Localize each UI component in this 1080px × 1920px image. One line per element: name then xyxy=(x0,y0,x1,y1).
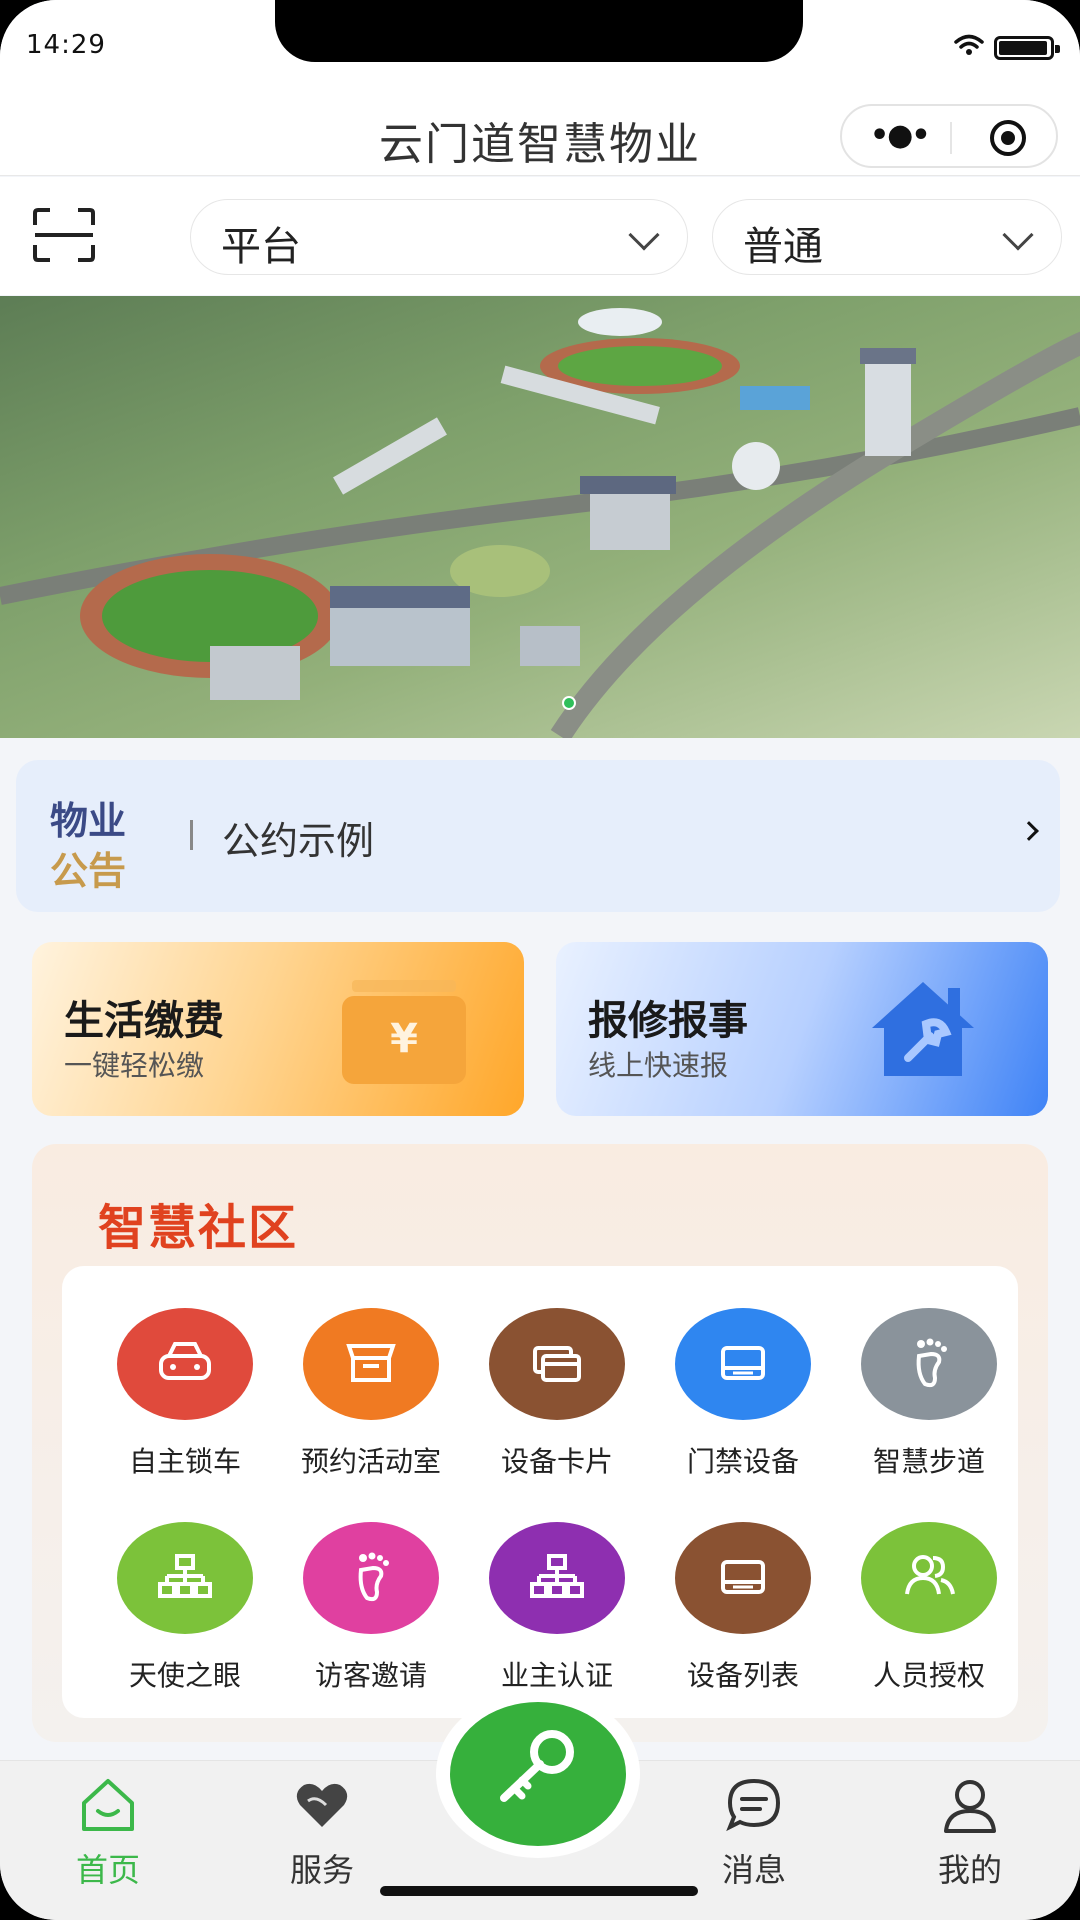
platform-select[interactable]: 平台 xyxy=(190,199,688,275)
grid-item-label: 天使之眼 xyxy=(128,1659,241,1692)
grid-item-label: 访客邀请 xyxy=(314,1659,427,1692)
carousel-indicator-dot[interactable] xyxy=(562,696,576,710)
notice-tag-line1: 物业 xyxy=(50,799,127,843)
life-payment-title: 生活缴费 xyxy=(64,998,224,1044)
miniapp-capsule: •●• xyxy=(840,104,1058,168)
grid-item-access-device[interactable]: 门禁设备 xyxy=(650,1308,836,1478)
user-icon xyxy=(944,1780,996,1833)
banner-carousel[interactable] xyxy=(0,296,1080,738)
grid-item-device-card[interactable]: 设备卡片 xyxy=(464,1308,650,1478)
level-select[interactable]: 普通 xyxy=(712,199,1062,275)
grid-item-label: 智慧步道 xyxy=(872,1445,985,1478)
grid-item-label: 人员授权 xyxy=(872,1659,985,1692)
status-bar: 14:29 xyxy=(0,0,1080,96)
wallet-yen-icon: ¥ xyxy=(342,980,466,1084)
more-dots-icon[interactable]: •●• xyxy=(870,121,931,151)
tab-messages[interactable]: 消息 xyxy=(684,1775,824,1895)
footprint-icon xyxy=(861,1308,997,1420)
key-unlock-button[interactable] xyxy=(436,1690,640,1858)
nav-bar: 云门道智慧物业 •●• xyxy=(0,96,1080,176)
campus-aerial-image xyxy=(0,308,1080,738)
home-icon xyxy=(82,1779,134,1831)
grid-item-smart-trail[interactable]: 智慧步道 xyxy=(836,1308,1022,1478)
grid-item-self-lock-car[interactable]: 自主锁车 xyxy=(92,1308,278,1478)
life-payment-subtitle: 一键轻松缴 xyxy=(64,1049,205,1082)
wifi-icon xyxy=(954,34,984,55)
phone-screen: 14:29 云门道智慧物业 •●• 平台 普通 物业 公告 公约示例 生活缴费 … xyxy=(0,0,1080,1920)
life-payment-card[interactable]: 生活缴费 一键轻松缴 ¥ xyxy=(32,942,524,1116)
repair-report-subtitle: 线上快速报 xyxy=(588,1049,729,1082)
cards-icon xyxy=(489,1308,625,1420)
people-icon xyxy=(861,1522,997,1634)
platform-select-value: 平台 xyxy=(221,224,301,270)
grid-item-label: 门禁设备 xyxy=(686,1445,799,1478)
repair-report-title: 报修报事 xyxy=(588,998,748,1044)
filter-row: 平台 普通 xyxy=(0,177,1080,295)
device-icon xyxy=(675,1308,811,1420)
grid-item-label: 业主认证 xyxy=(500,1659,613,1692)
tab-service[interactable]: 服务 xyxy=(252,1775,392,1895)
message-icon xyxy=(726,1778,781,1832)
network-icon xyxy=(489,1522,625,1634)
grid-item-device-list[interactable]: 设备列表 xyxy=(650,1522,836,1692)
car-icon xyxy=(117,1308,253,1420)
status-time: 14:29 xyxy=(26,30,106,60)
notice-tag-line2: 公告 xyxy=(50,849,127,893)
capsule-divider xyxy=(950,122,952,154)
chevron-down-icon xyxy=(1002,219,1034,251)
heart-icon xyxy=(296,1783,348,1827)
smart-community-grid: 自主锁车 预约活动室 设备卡片 门禁设备 智慧步道 天使之眼 访客邀请 业主认证… xyxy=(62,1266,1018,1718)
tab-label: 消息 xyxy=(721,1851,786,1889)
grid-item-visitor-invite[interactable]: 访客邀请 xyxy=(278,1522,464,1692)
store-icon xyxy=(303,1308,439,1420)
smart-community-section: 智慧社区 自主锁车 预约活动室 设备卡片 门禁设备 智慧步道 天使之眼 访客邀请… xyxy=(32,1144,1048,1742)
grid-item-label: 设备卡片 xyxy=(500,1445,613,1478)
chevron-down-icon xyxy=(628,219,660,251)
grid-item-angel-eye[interactable]: 天使之眼 xyxy=(92,1522,278,1692)
tab-label: 首页 xyxy=(75,1851,140,1889)
notice-bar[interactable]: 物业 公告 公约示例 xyxy=(16,760,1060,912)
chevron-right-icon xyxy=(1019,821,1039,841)
grid-item-label: 自主锁车 xyxy=(128,1445,241,1478)
repair-report-card[interactable]: 报修报事 线上快速报 xyxy=(556,942,1048,1116)
house-wrench-icon xyxy=(872,982,974,1076)
smart-community-title: 智慧社区 xyxy=(98,1200,299,1256)
scan-icon[interactable] xyxy=(32,207,96,263)
grid-item-label: 设备列表 xyxy=(686,1659,799,1692)
tab-label: 服务 xyxy=(289,1851,354,1889)
tab-label: 我的 xyxy=(937,1851,1002,1889)
footprint-icon xyxy=(303,1522,439,1634)
notice-text: 公约示例 xyxy=(222,819,375,863)
grid-item-label: 预约活动室 xyxy=(300,1445,441,1478)
key-icon xyxy=(500,1730,574,1802)
grid-item-owner-verification[interactable]: 业主认证 xyxy=(464,1522,650,1692)
grid-item-personnel-authorization[interactable]: 人员授权 xyxy=(836,1522,1022,1692)
notice-divider xyxy=(190,820,193,850)
battery-icon xyxy=(994,36,1060,60)
tab-home[interactable]: 首页 xyxy=(38,1775,178,1895)
close-target-icon[interactable] xyxy=(990,120,1026,156)
network-icon xyxy=(117,1522,253,1634)
notch xyxy=(275,0,803,62)
tab-mine[interactable]: 我的 xyxy=(900,1775,1040,1895)
device-icon xyxy=(675,1522,811,1634)
home-indicator[interactable] xyxy=(380,1886,698,1896)
level-select-value: 普通 xyxy=(743,224,823,270)
grid-item-book-activity-room[interactable]: 预约活动室 xyxy=(278,1308,464,1478)
